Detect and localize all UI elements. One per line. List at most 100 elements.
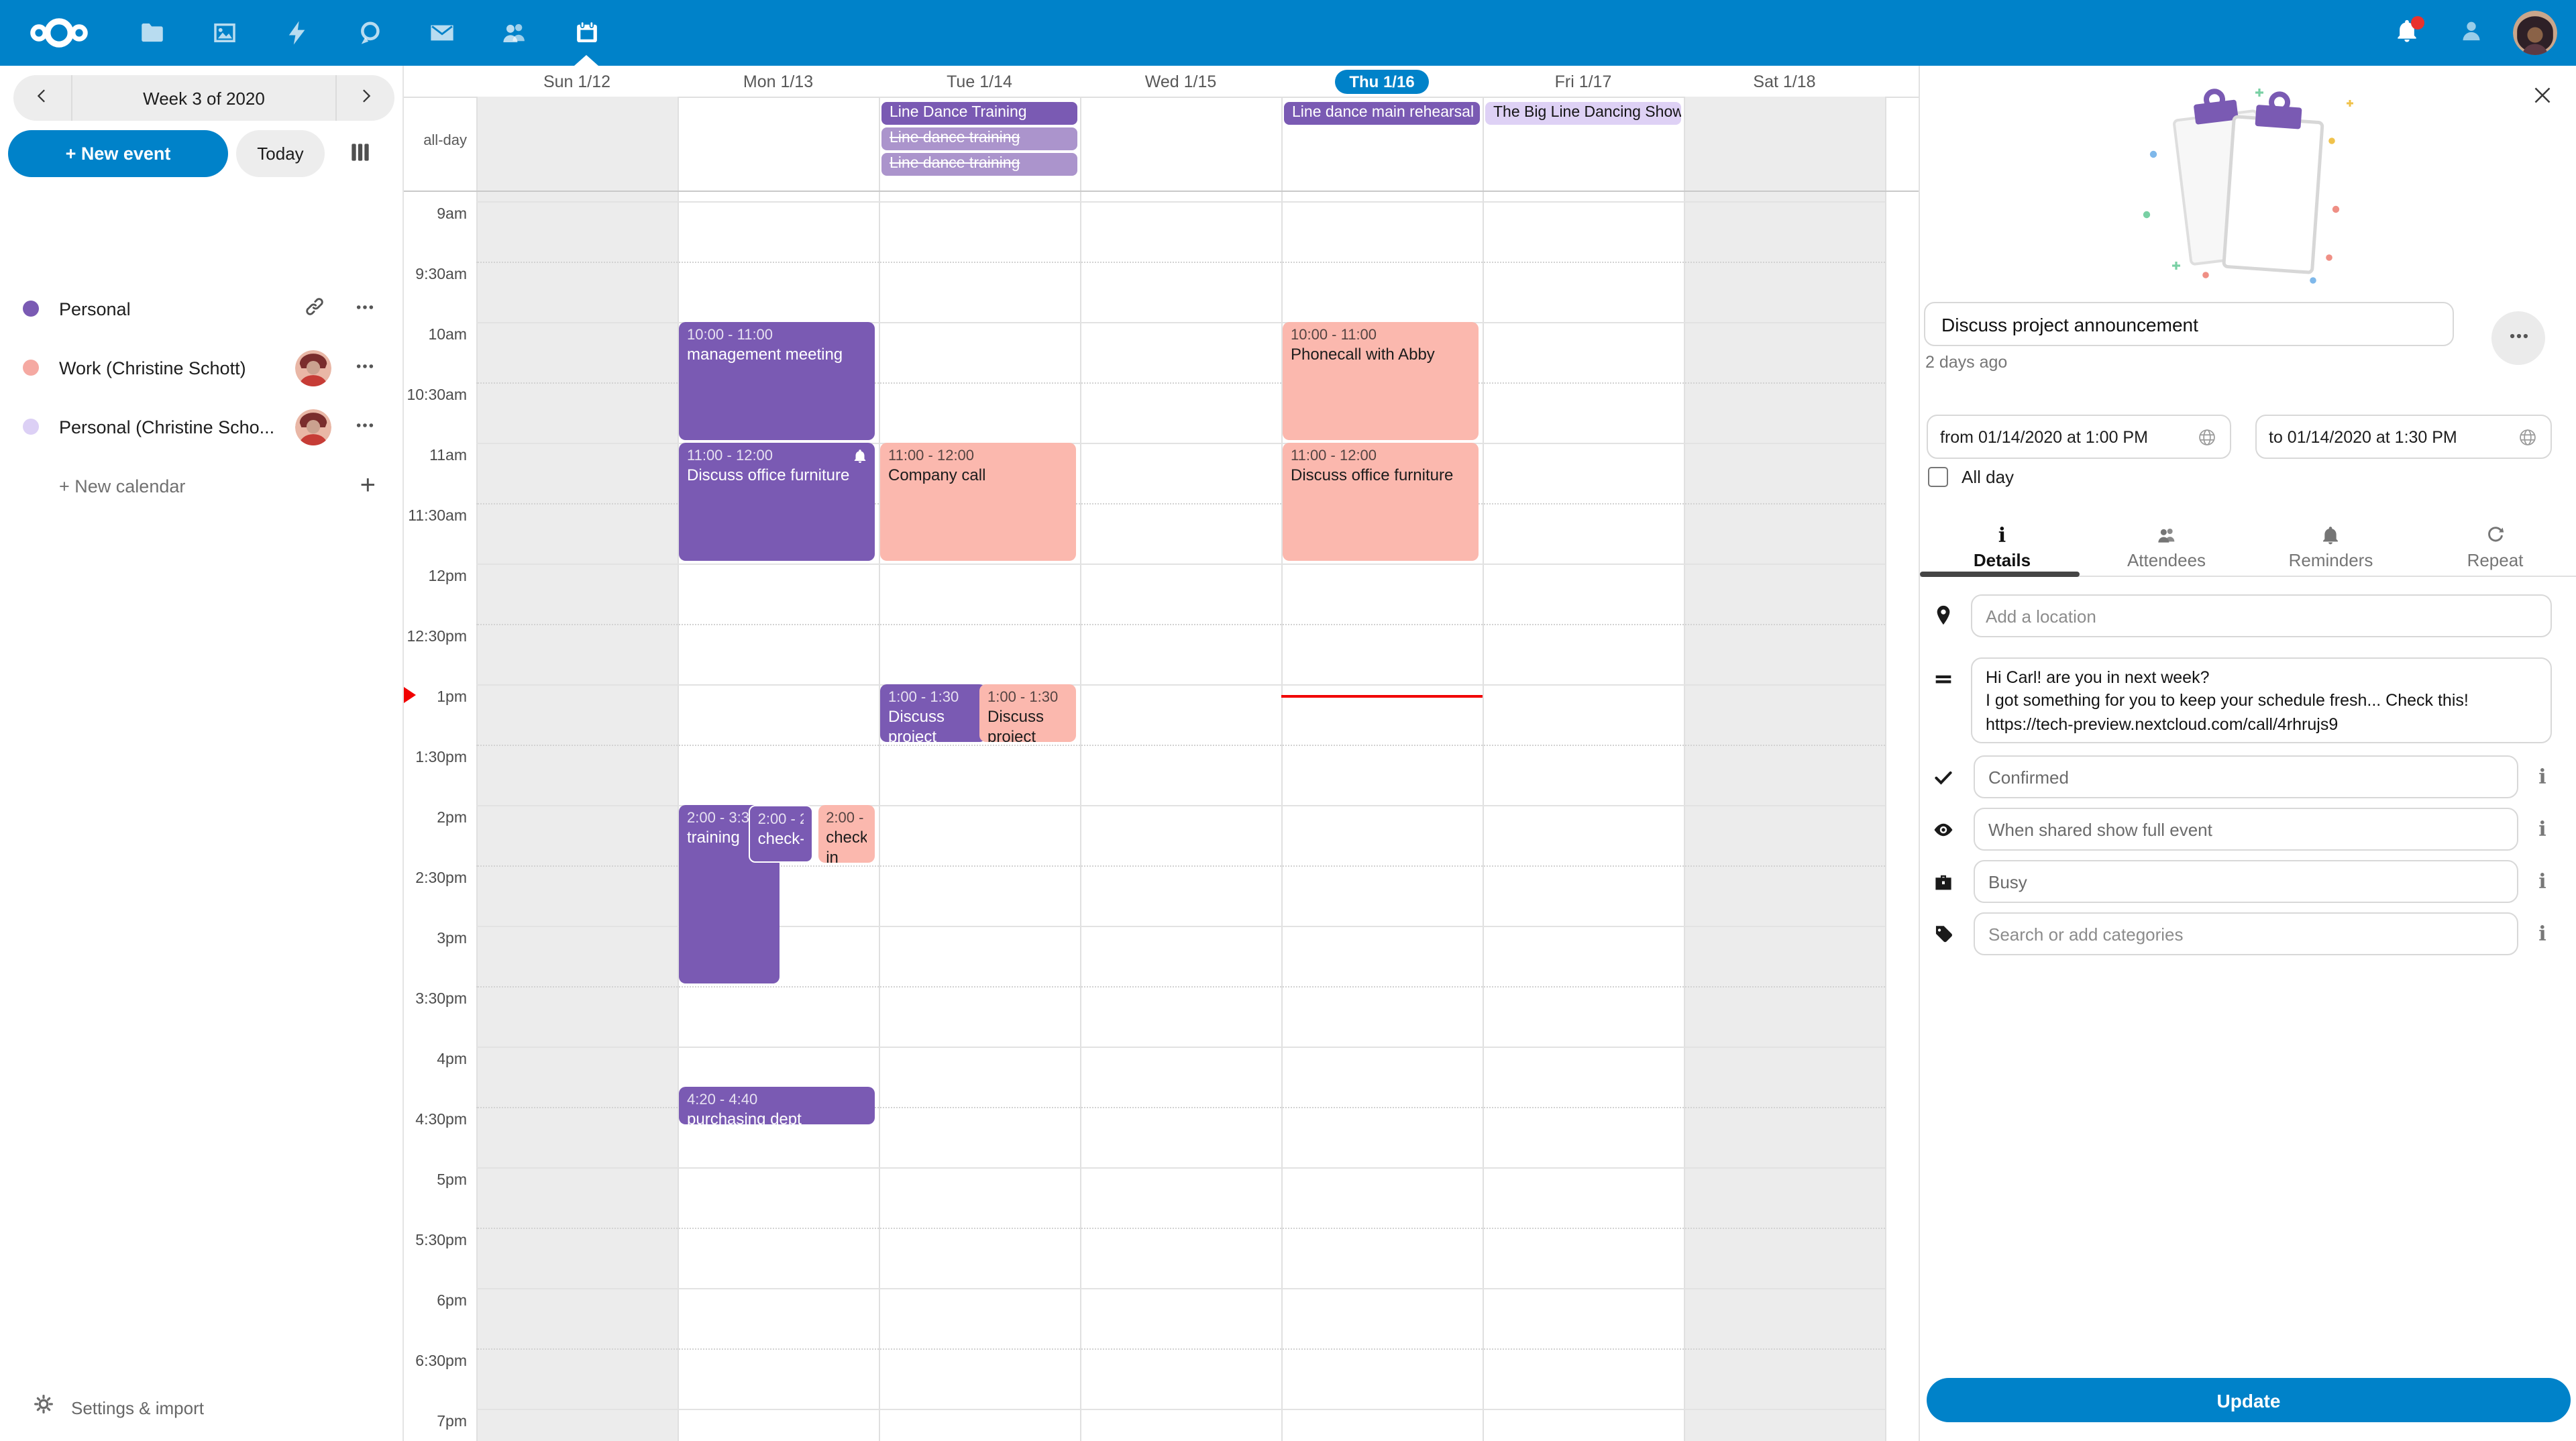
categories-info-icon[interactable]: i bbox=[2529, 920, 2556, 947]
user-avatar[interactable] bbox=[2513, 11, 2557, 55]
all-day-event[interactable]: Line dance training bbox=[881, 127, 1077, 150]
time-label: 11:30am bbox=[402, 509, 467, 527]
day-header-label: Mon 1/13 bbox=[743, 72, 813, 91]
event-title-input[interactable] bbox=[1924, 302, 2454, 346]
timezone-globe-icon[interactable] bbox=[2196, 426, 2218, 447]
calendar-event[interactable]: 11:00 - 12:00Discuss office furniture bbox=[1283, 443, 1479, 561]
weekend-shading bbox=[1684, 97, 1885, 191]
contacts-menu-button[interactable] bbox=[2449, 10, 2494, 56]
tab-repeat[interactable]: Repeat bbox=[2413, 518, 2576, 576]
visibility-info-icon[interactable]: i bbox=[2529, 816, 2556, 843]
all-day-event[interactable]: The Big Line Dancing Show bbox=[1485, 102, 1681, 125]
today-button[interactable]: Today bbox=[236, 130, 325, 177]
time-label: 9am bbox=[402, 207, 467, 225]
app-photos-button[interactable] bbox=[188, 0, 260, 66]
day-header-label: Sat 1/18 bbox=[1753, 72, 1815, 91]
day-column[interactable] bbox=[476, 191, 678, 1441]
all-day-event[interactable]: Line dance training bbox=[881, 153, 1077, 176]
status-select[interactable]: Confirmed bbox=[1974, 755, 2518, 798]
all-day-checkbox[interactable] bbox=[1928, 467, 1948, 487]
all-day-event[interactable]: Line dance main rehearsal bbox=[1284, 102, 1480, 125]
calendar-event[interactable]: 10:00 - 11:00Phonecall with Abby bbox=[1283, 322, 1479, 440]
calendar-event[interactable]: 4:20 - 4:40purchasing dept bbox=[679, 1087, 875, 1124]
day-column[interactable] bbox=[1080, 191, 1281, 1441]
day-header: Tue 1/14 bbox=[879, 66, 1080, 97]
nextcloud-logo[interactable] bbox=[30, 15, 89, 51]
day-column[interactable] bbox=[1684, 191, 1885, 1441]
calendar-actions-button[interactable] bbox=[338, 284, 392, 333]
calendar-actions-button[interactable] bbox=[338, 343, 392, 392]
start-datetime-field[interactable]: from 01/14/2020 at 1:00 PM bbox=[1927, 415, 2231, 459]
new-calendar-button[interactable]: + New calendar+ bbox=[0, 456, 402, 515]
app-activity-button[interactable] bbox=[260, 0, 333, 66]
event-time: 11:00 - 12:00 bbox=[687, 447, 867, 466]
editor-tabs: iDetailsAttendeesRemindersRepeat bbox=[1920, 518, 2576, 577]
grid-line bbox=[476, 986, 1885, 988]
calendar-event[interactable]: 2:00 - 2:30check-in bbox=[818, 805, 875, 863]
calendar-event[interactable]: 1:00 - 1:30Discuss project announcement bbox=[880, 684, 987, 742]
app-talk-button[interactable] bbox=[333, 0, 405, 66]
calendar-event[interactable]: 11:00 - 12:00Discuss office furniture bbox=[679, 443, 875, 561]
time-grid: 9am9:30am10am10:30am11am11:30am12pm12:30… bbox=[402, 191, 1919, 1441]
categories-input[interactable] bbox=[1974, 912, 2518, 955]
tag-icon bbox=[1932, 923, 1955, 946]
event-time: 10:00 - 11:00 bbox=[687, 326, 867, 345]
settings-and-import[interactable]: Settings & import bbox=[0, 1385, 402, 1430]
status-info-icon[interactable]: i bbox=[2529, 763, 2556, 790]
all-day-toggle[interactable]: All day bbox=[1928, 467, 2014, 487]
new-event-button[interactable]: + New event bbox=[8, 130, 228, 177]
calendar-actions-button[interactable] bbox=[338, 403, 392, 451]
location-input[interactable] bbox=[1971, 594, 2552, 637]
all-day-divider bbox=[402, 191, 1919, 192]
calendar-event[interactable]: 11:00 - 12:00Company call bbox=[880, 443, 1076, 561]
description-textarea[interactable]: Hi Carl! are you in next week? I got som… bbox=[1971, 657, 2552, 743]
tab-reminders[interactable]: Reminders bbox=[2249, 518, 2413, 576]
tab-attendees[interactable]: Attendees bbox=[2084, 518, 2249, 576]
previous-week-button[interactable] bbox=[13, 75, 72, 121]
tab-details[interactable]: iDetails bbox=[1920, 518, 2084, 576]
event-time: 1:00 - 1:30 bbox=[888, 688, 979, 707]
photos-icon bbox=[210, 19, 238, 47]
timezone-globe-icon[interactable] bbox=[2517, 426, 2538, 447]
app-files-button[interactable] bbox=[115, 0, 188, 66]
share-link-button[interactable] bbox=[290, 284, 338, 333]
calendar-event[interactable]: 2:00 - 2:30check-in bbox=[749, 805, 814, 863]
app-mail-button[interactable] bbox=[405, 0, 478, 66]
calendar-list-item[interactable]: Work (Christine Schott) bbox=[0, 338, 402, 397]
view-toggle-button[interactable] bbox=[333, 130, 386, 177]
grid-line bbox=[476, 564, 1885, 565]
day-header: Fri 1/17 bbox=[1483, 66, 1684, 97]
notifications-button[interactable] bbox=[2384, 10, 2430, 56]
time-label: 4pm bbox=[402, 1052, 467, 1071]
end-datetime-field[interactable]: to 01/14/2020 at 1:30 PM bbox=[2255, 415, 2552, 459]
event-title: purchasing dept bbox=[687, 1110, 867, 1124]
app-menu bbox=[115, 0, 623, 66]
more-actions-button[interactable] bbox=[2491, 311, 2545, 365]
day-column[interactable] bbox=[879, 191, 1080, 1441]
availability-info-icon[interactable]: i bbox=[2529, 868, 2556, 895]
calendar-event[interactable]: 1:00 - 1:30Discuss project bbox=[979, 684, 1076, 742]
close-icon bbox=[2530, 91, 2555, 111]
time-label: 5pm bbox=[402, 1173, 467, 1191]
week-navigation: Week 3 of 2020 bbox=[13, 75, 394, 121]
next-week-button[interactable] bbox=[335, 75, 394, 121]
availability-value: Busy bbox=[1988, 871, 2027, 892]
update-button[interactable]: Update bbox=[1927, 1378, 2571, 1422]
day-column[interactable] bbox=[1483, 191, 1684, 1441]
contacts-icon bbox=[500, 19, 528, 47]
event-title: Discuss project announcement bbox=[888, 707, 979, 742]
availability-select[interactable]: Busy bbox=[1974, 860, 2518, 903]
avatar-image bbox=[2513, 11, 2557, 55]
event-time: 11:00 - 12:00 bbox=[888, 447, 1068, 466]
repeat-icon bbox=[2485, 524, 2506, 545]
calendar-list: PersonalWork (Christine Schott)Personal … bbox=[0, 279, 402, 515]
active-app-pointer bbox=[574, 55, 598, 66]
app-contacts-button[interactable] bbox=[478, 0, 550, 66]
calendar-list-item[interactable]: Personal bbox=[0, 279, 402, 338]
close-button[interactable] bbox=[2529, 83, 2556, 110]
all-day-event[interactable]: Line Dance Training bbox=[881, 102, 1077, 125]
day-header-label: Sun 1/12 bbox=[543, 72, 610, 91]
calendar-list-item[interactable]: Personal (Christine Scho... bbox=[0, 397, 402, 456]
calendar-event[interactable]: 10:00 - 11:00management meeting bbox=[679, 322, 875, 440]
visibility-select[interactable]: When shared show full event bbox=[1974, 808, 2518, 851]
